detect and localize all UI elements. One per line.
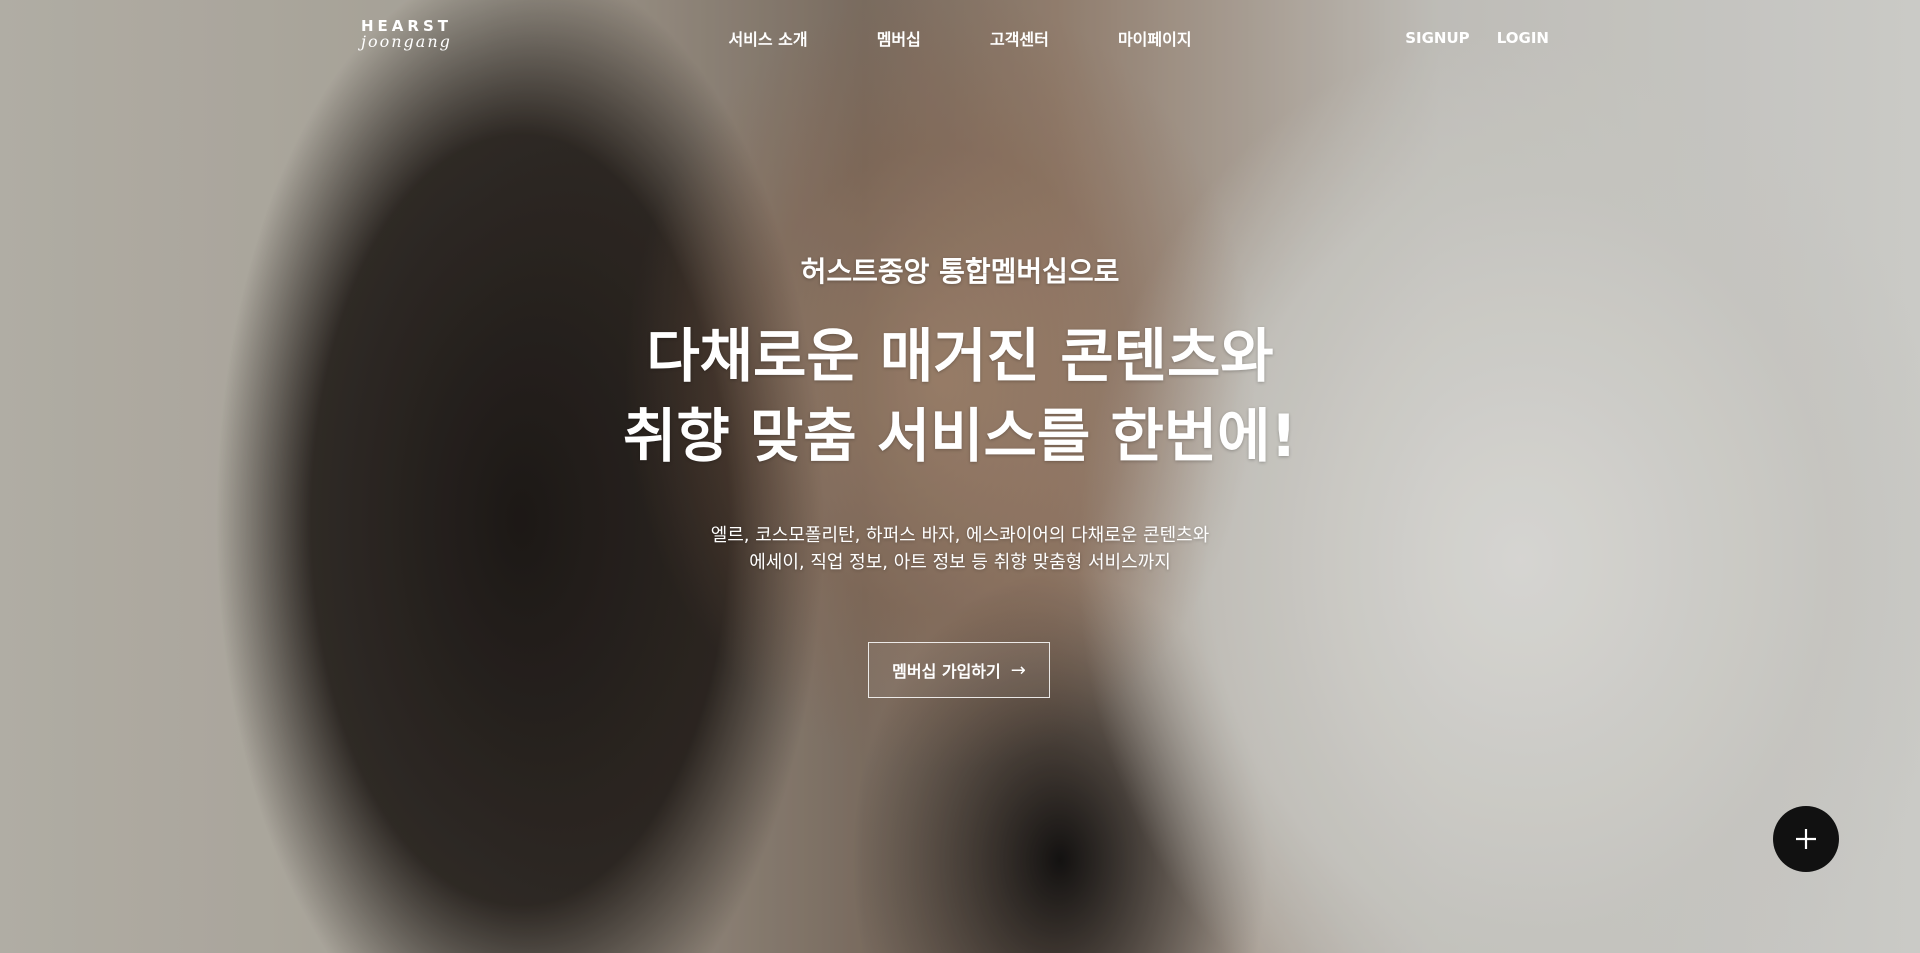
hero-description-line2: 에세이, 직업 정보, 아트 정보 등 취향 맞춤형 서비스까지 — [749, 552, 1171, 573]
hero-description: 엘르, 코스모폴리탄, 하퍼스 바자, 에스콰이어의 다채로운 콘텐츠와 에세이… — [0, 522, 1920, 576]
arrow-right-icon: → — [1010, 659, 1026, 681]
hero-section: HEARST joongang 서비스 소개 멤버십 고객센터 마이페이지 SI… — [0, 0, 1920, 953]
hero-headline-line2: 취향 맞춤 서비스를 한번에! — [623, 402, 1297, 470]
logo-text-bottom: joongang — [361, 32, 452, 51]
hero-content: 허스트중앙 통합멤버십으로 다채로운 매거진 콘텐츠와 취향 맞춤 서비스를 한… — [0, 250, 1920, 576]
menu-item-my-page[interactable]: 마이페이지 — [1118, 26, 1192, 50]
hero-headline-line1: 다채로운 매거진 콘텐츠와 — [646, 322, 1274, 390]
plus-icon — [1796, 829, 1816, 849]
signup-link[interactable]: SIGNUP — [1405, 29, 1469, 47]
top-navigation: HEARST joongang 서비스 소개 멤버십 고객센터 마이페이지 SI… — [0, 0, 1920, 74]
hearst-joongang-logo[interactable]: HEARST joongang — [361, 18, 461, 50]
login-link[interactable]: LOGIN — [1497, 29, 1549, 47]
hero-subtitle: 허스트중앙 통합멤버십으로 — [800, 255, 1120, 288]
join-membership-label: 멤버십 가입하기 — [892, 662, 1001, 681]
menu-item-service-intro[interactable]: 서비스 소개 — [728, 26, 807, 50]
join-membership-button[interactable]: 멤버십 가입하기 → — [868, 642, 1050, 698]
auth-links: SIGNUP LOGIN — [1383, 28, 1549, 47]
hero-description-line1: 엘르, 코스모폴리탄, 하퍼스 바자, 에스콰이어의 다채로운 콘텐츠와 — [710, 525, 1210, 546]
floating-plus-button[interactable] — [1773, 806, 1839, 872]
menu-item-customer-center[interactable]: 고객센터 — [990, 26, 1049, 50]
hero-headline: 다채로운 매거진 콘텐츠와 취향 맞춤 서비스를 한번에! — [0, 316, 1920, 476]
main-menu: 서비스 소개 멤버십 고객센터 마이페이지 — [0, 26, 1920, 50]
menu-item-membership[interactable]: 멤버십 — [877, 26, 921, 50]
